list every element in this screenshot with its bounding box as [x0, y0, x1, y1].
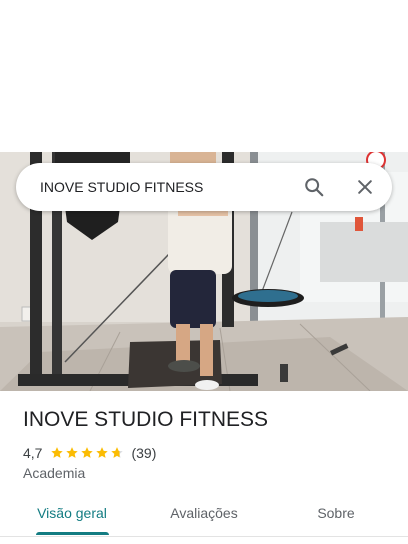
tab-about-label: Sobre [317, 505, 355, 521]
tabs-divider [0, 536, 408, 537]
tab-reviews-label: Avaliações [170, 505, 238, 521]
review-count[interactable]: (39) [131, 445, 156, 461]
star-icon [111, 447, 124, 458]
place-name: INOVE STUDIO FITNESS [23, 408, 269, 431]
star-rating [50, 446, 125, 460]
tab-reviews[interactable]: Avaliações [155, 493, 253, 537]
search-bar[interactable]: INOVE STUDIO FITNESS [16, 163, 392, 211]
tab-overview[interactable]: Visão geral [23, 493, 121, 537]
star-icon [81, 447, 94, 458]
place-category[interactable]: Academia [23, 465, 85, 481]
active-tab-indicator [36, 532, 109, 535]
search-input[interactable]: INOVE STUDIO FITNESS [40, 163, 203, 211]
tab-about[interactable]: Sobre [290, 493, 382, 537]
search-icon[interactable] [302, 175, 326, 199]
close-icon[interactable] [353, 175, 377, 199]
tab-overview-label: Visão geral [37, 505, 107, 521]
rating-row[interactable]: 4,7 (39) [23, 444, 156, 462]
star-icon [51, 447, 64, 458]
star-icon [96, 447, 109, 458]
tab-bar: Visão geral Avaliações Sobre [0, 493, 408, 537]
star-icon [66, 447, 79, 458]
rating-value: 4,7 [23, 445, 43, 461]
